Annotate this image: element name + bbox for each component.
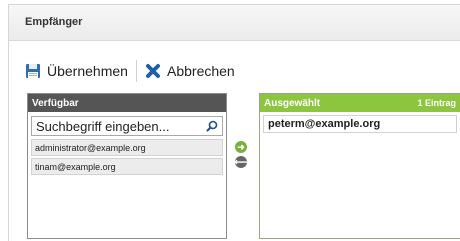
search-input[interactable]: Suchbegriff eingeben... [31,116,223,136]
available-panel: Verfügbar Suchbegriff eingeben... admini… [27,93,227,239]
selected-header-label: Ausgewählt [264,97,321,109]
list-item[interactable]: tinam@example.org [31,158,223,175]
selected-list-item-label: peterm@example.org [268,118,381,130]
dialog-titlebar: Empfänger [9,5,460,41]
available-header-label: Verfügbar [32,97,79,109]
move-right-icon[interactable]: ➜ [235,141,247,153]
list-item[interactable]: administrator@example.org [31,139,223,156]
toolbar-divider [136,60,137,82]
toolbar: Übernehmen Abbrechen [9,41,460,93]
available-header: Verfügbar [28,94,226,112]
search-placeholder: Suchbegriff eingeben... [36,118,170,134]
move-left-icon[interactable]: ⟵ [235,156,247,168]
selected-header: Ausgewählt 1 Eintrag [260,94,460,112]
selected-count-badge: 1 Eintrag [417,98,456,108]
cancel-button-label: Abbrechen [167,63,235,79]
recipients-dialog: Empfänger Übernehmen Abbrechen Verfügbar [8,4,460,241]
apply-button-label: Übernehmen [47,63,128,79]
cancel-x-icon [146,64,160,78]
selected-panel: Ausgewählt 1 Eintrag peterm@example.org [259,93,460,239]
list-item-label: tinam@example.org [35,161,116,172]
selected-list-item[interactable]: peterm@example.org [263,115,457,133]
apply-button[interactable]: Übernehmen [25,61,128,81]
cancel-button[interactable]: Abbrechen [145,61,235,81]
dialog-title: Empfänger [25,16,83,28]
search-icon[interactable] [206,120,218,132]
save-icon [26,64,40,78]
list-item-label: administrator@example.org [35,142,146,153]
